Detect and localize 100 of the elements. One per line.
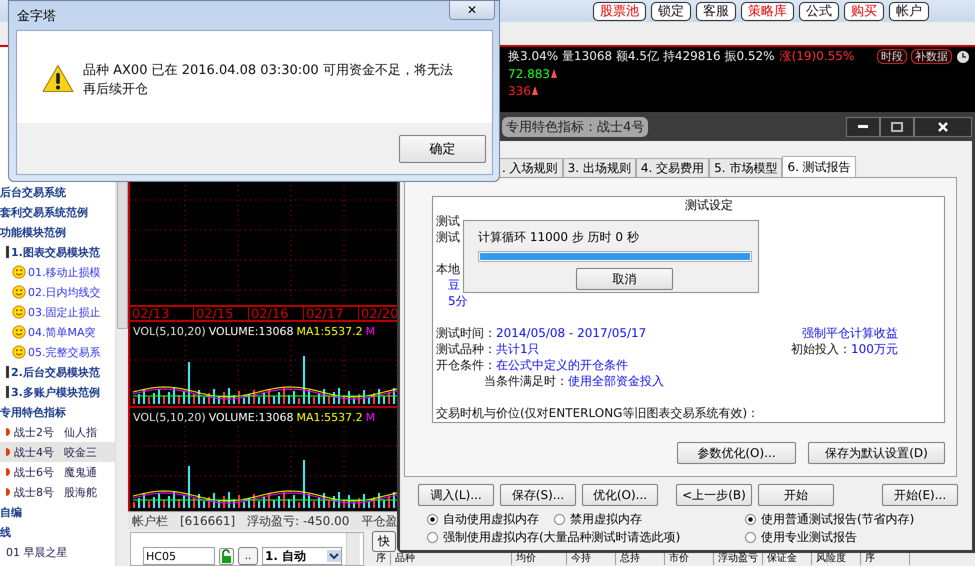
- dialog-button[interactable]: 保存为默认设置(D): [808, 442, 945, 464]
- tree-item[interactable]: 战士4号 咬金三: [0, 442, 115, 462]
- dialog-button[interactable]: 优化(O)...: [582, 484, 658, 506]
- smiley-icon: [12, 285, 26, 299]
- legend-label: VOLUME:13068: [208, 410, 294, 424]
- radio-option[interactable]: 强制使用虚拟内存(大量品种测试时请选此项): [427, 528, 680, 546]
- legend-label: VOLUME:13068: [208, 324, 294, 338]
- radio-button[interactable]: [745, 532, 756, 542]
- dialog-button[interactable]: 开始: [758, 484, 834, 506]
- setting-value: 100万元: [851, 342, 898, 356]
- dialog-button[interactable]: 开始(E)...: [882, 484, 958, 506]
- setting-value: 共计1只: [496, 342, 540, 356]
- minimize-button[interactable]: [846, 116, 880, 136]
- dialog-button[interactable]: 调入(L)...: [418, 484, 494, 506]
- smiley-icon: [12, 265, 26, 279]
- setting-value: 使用全部资金投入: [568, 374, 664, 388]
- legend-label: MA1:5537.2: [296, 324, 363, 338]
- tree-item[interactable]: 功能模块范例: [0, 222, 115, 242]
- quote-stats: 换3.04% 量13068 额4.5亿 持429816 振0.52%: [508, 48, 775, 65]
- radio-button[interactable]: [554, 514, 565, 524]
- setting-label: 交易时机与价位(仅对ENTERLONG等旧图表交易系统有效)：: [436, 406, 760, 420]
- tree-item[interactable]: 01 早晨之星: [0, 542, 115, 562]
- tree-item[interactable]: 战士8号 股海舵: [0, 482, 115, 502]
- close-button[interactable]: [914, 116, 972, 136]
- tab[interactable]: 5. 市场模型: [709, 158, 782, 177]
- radio-button[interactable]: [427, 514, 438, 524]
- chart-button[interactable]: 补数据: [911, 49, 952, 64]
- tree-item[interactable]: 战士6号 魔鬼通: [0, 462, 115, 482]
- tab[interactable]: 4. 交易费用: [636, 158, 710, 177]
- radio-option[interactable]: 自动使用虚拟内存: [427, 510, 539, 528]
- mode-dropdown[interactable]: 1. 自动: [262, 547, 342, 565]
- tab[interactable]: . 入场规则: [497, 158, 563, 177]
- tree-item[interactable]: 04.简单MA突: [0, 322, 115, 342]
- setting-value: 在公式中定义的开仓条件: [496, 358, 628, 372]
- setting-label: 初始投入：: [791, 342, 851, 356]
- alert-message: 品种 AX00 已在 2016.04.08 03:30:00 可用资金不足，将无法再后续开仓: [83, 62, 454, 99]
- setting-label: 测试品种：: [436, 342, 496, 356]
- radio-option[interactable]: 使用专业测试报告: [745, 528, 914, 546]
- date-label: 02/13: [131, 307, 170, 320]
- legend-label: VOL(5,10,20): [133, 410, 206, 424]
- toolbar-button[interactable]: 公式: [799, 2, 839, 21]
- tree-item[interactable]: 01.移动止损模: [0, 262, 115, 282]
- lock-icon[interactable]: [219, 548, 234, 565]
- chart-button[interactable]: 时段: [877, 49, 907, 64]
- setting-label: 本地: [436, 262, 460, 276]
- dialog-button[interactable]: 参数优化(O)...: [677, 442, 796, 464]
- minimize-icon: [858, 125, 868, 128]
- scrollbar[interactable]: [346, 533, 360, 565]
- account-label: 帐户栏: [132, 512, 168, 530]
- radio-option[interactable]: 使用普通测试报告(节省内存): [745, 510, 914, 528]
- tree-item[interactable]: 线: [0, 522, 115, 542]
- quick-button[interactable]: 快: [372, 531, 396, 552]
- tab[interactable]: 6. 测试报告: [782, 156, 856, 177]
- toolbar-button[interactable]: 购买: [844, 2, 884, 21]
- dialog-button[interactable]: 保存(S)...: [500, 484, 576, 506]
- report-heading: 测试设定: [684, 197, 734, 213]
- tree-item[interactable]: 2.后台交易模块范: [0, 362, 115, 382]
- closed-pl: 平仓盈: [361, 512, 398, 530]
- toolbar-button[interactable]: 帐户: [889, 2, 929, 21]
- dialog-button[interactable]: <上一步(B): [676, 484, 752, 506]
- setting-label: 测试时间：: [436, 326, 496, 340]
- toolbar-button[interactable]: 股票池: [593, 2, 646, 21]
- radio-button[interactable]: [745, 514, 756, 524]
- tree-item[interactable]: 自编: [0, 502, 115, 522]
- date-label: 02/16: [248, 307, 303, 320]
- symbol-field[interactable]: HC05: [143, 547, 215, 565]
- tree-item[interactable]: 02.日内均线交: [0, 282, 115, 302]
- date-label: 02/15: [193, 307, 248, 320]
- setting-label: 当条件满足时：: [484, 374, 568, 388]
- ok-button[interactable]: 确定: [399, 134, 486, 162]
- close-button[interactable]: ✕: [449, 1, 495, 20]
- column-header: 序: [372, 553, 391, 565]
- tree-item[interactable]: 05.完整交易系: [0, 342, 115, 362]
- clock-icon[interactable]: [956, 50, 970, 64]
- toolbar-button[interactable]: 策略库: [741, 2, 794, 21]
- legend-label: VOL(5,10,20): [133, 324, 206, 338]
- radio-option[interactable]: 禁用虚拟内存: [554, 510, 642, 528]
- maximize-icon: [891, 122, 903, 132]
- tree-item[interactable]: 后台交易系统: [0, 182, 115, 202]
- setting-value: 豆: [448, 278, 460, 292]
- cancel-button[interactable]: 取消: [576, 268, 673, 290]
- toolbar-button[interactable]: 客服: [696, 2, 736, 21]
- tree-item[interactable]: 专用特色指标: [0, 402, 115, 422]
- price-value: 72.883: [508, 66, 550, 80]
- tree-item[interactable]: 03.固定止损止: [0, 302, 115, 322]
- smiley-icon: [12, 325, 26, 339]
- tree-item[interactable]: 1.图表交易模块范: [0, 242, 115, 262]
- maximize-button[interactable]: [880, 116, 914, 136]
- price-value: 336: [508, 84, 531, 98]
- tab[interactable]: 3. 出场规则: [562, 158, 636, 177]
- setting-value: 强制平仓计算收益: [802, 326, 898, 340]
- tree-item[interactable]: 套利交易系统范例: [0, 202, 115, 222]
- toolbar-button[interactable]: 锁定: [651, 2, 691, 21]
- legend-label: M: [366, 410, 376, 424]
- tree-item[interactable]: 3.多账户模块范例: [0, 382, 115, 402]
- radio-button[interactable]: [427, 532, 438, 542]
- up-marker-icon: [551, 69, 557, 78]
- up-marker-icon: [532, 86, 538, 95]
- tree-item[interactable]: 战士2号 仙人指: [0, 422, 115, 442]
- browse-button[interactable]: ..: [238, 547, 258, 565]
